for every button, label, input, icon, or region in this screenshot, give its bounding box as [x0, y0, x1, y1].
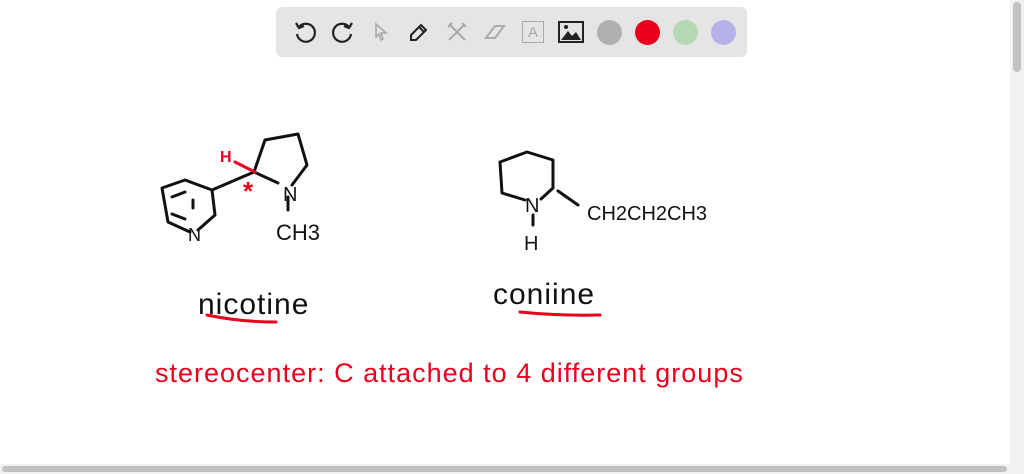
stereocenter-asterisk: *	[243, 176, 254, 206]
whiteboard-canvas[interactable]: N N CH3 H * N H CH2CH2CH3	[0, 0, 1024, 474]
propyl-chain-label: CH2CH2CH3	[587, 203, 707, 225]
vertical-scrollbar[interactable]	[1010, 0, 1024, 464]
coniine-n-label: N	[525, 195, 539, 217]
coniine-label: coniine	[493, 278, 596, 311]
coniine-underline	[518, 310, 602, 317]
nicotine-label: nicotine	[198, 288, 310, 321]
stereocenter-note: stereocenter: C attached to 4 different …	[155, 358, 744, 388]
coniine-h-label: H	[524, 233, 538, 255]
horizontal-scroll-thumb[interactable]	[2, 466, 1007, 472]
h-label-red: H	[220, 149, 232, 166]
nicotine-n-label: N	[283, 184, 297, 206]
vertical-scroll-thumb[interactable]	[1013, 2, 1021, 72]
ch3-label: CH3	[276, 220, 320, 245]
horizontal-scrollbar[interactable]	[0, 464, 1024, 474]
pyridine-n-label: N	[188, 225, 201, 245]
nicotine-structure	[160, 132, 309, 234]
